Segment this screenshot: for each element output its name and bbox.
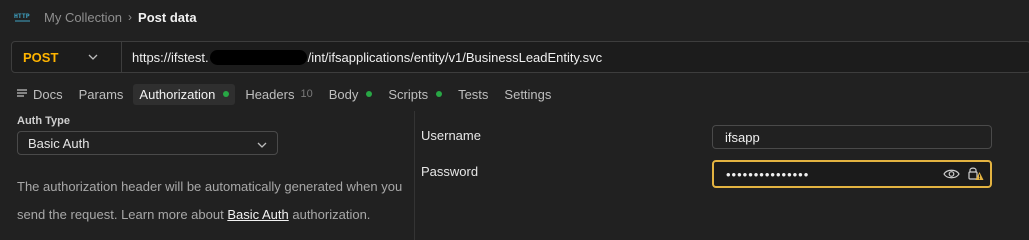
password-field[interactable]: ••••••••••••••• <box>712 160 992 188</box>
tab-tests[interactable]: Tests <box>452 84 494 105</box>
breadcrumb-separator: › <box>128 10 133 24</box>
method-select[interactable]: POST <box>12 42 122 72</box>
headers-count: 10 <box>300 88 313 100</box>
eye-icon[interactable] <box>943 168 960 180</box>
tab-body[interactable]: Body <box>323 84 379 105</box>
tab-params[interactable]: Params <box>73 84 130 105</box>
url-input[interactable]: https://ifstest. /int/ifsapplications/en… <box>122 49 603 65</box>
http-request-icon: HTTP <box>14 8 32 26</box>
auth-description: The authorization header will be automat… <box>17 173 412 229</box>
tab-label: Body <box>328 86 359 102</box>
chevron-down-icon <box>257 136 267 151</box>
tab-label: Headers <box>245 86 295 102</box>
auth-type-label: Auth Type <box>17 115 70 127</box>
tab-label: Docs <box>33 86 63 102</box>
url-end: /int/ifsapplications/entity/v1/BusinessL… <box>307 49 603 65</box>
username-value: ifsapp <box>725 129 760 145</box>
tab-authorization[interactable]: Authorization <box>133 83 236 105</box>
request-editor: HTTP My Collection › Post data POST http… <box>0 0 1029 240</box>
breadcrumb: HTTP My Collection › Post data <box>14 6 197 28</box>
docs-icon <box>17 89 28 99</box>
tab-label: Settings <box>504 86 552 102</box>
auth-type-value: Basic Auth <box>28 135 90 151</box>
tab-scripts[interactable]: Scripts <box>382 84 448 105</box>
chevron-down-icon <box>88 54 98 60</box>
request-title[interactable]: Post data <box>138 10 197 25</box>
username-field[interactable]: ifsapp <box>712 125 992 149</box>
auth-type-select[interactable]: Basic Auth <box>17 131 278 155</box>
username-label: Username <box>421 128 481 143</box>
method-label: POST <box>23 49 59 65</box>
tab-label: Scripts <box>388 86 429 102</box>
password-actions <box>943 166 984 181</box>
tab-headers[interactable]: Headers 10 <box>239 84 318 105</box>
tab-label: Params <box>78 86 124 102</box>
breadcrumb-collection[interactable]: My Collection <box>44 10 122 25</box>
basic-auth-link[interactable]: Basic Auth <box>227 207 288 222</box>
redaction-mark <box>209 49 307 65</box>
svg-text:HTTP: HTTP <box>14 12 30 20</box>
password-value: ••••••••••••••• <box>726 166 810 182</box>
request-tabs: Docs Params Authorization Headers 10 Bod… <box>11 82 561 106</box>
tab-label: Authorization <box>139 86 216 102</box>
status-dot <box>436 91 443 97</box>
password-label: Password <box>421 164 479 179</box>
url-bar: POST https://ifstest. /int/ifsapplicatio… <box>11 41 1029 73</box>
status-dot <box>366 91 373 97</box>
auth-description-tail: authorization. <box>288 207 371 222</box>
tab-docs[interactable]: Docs <box>11 84 69 105</box>
panel-divider <box>414 111 415 240</box>
status-dot <box>223 91 230 97</box>
tab-label: Tests <box>458 86 489 102</box>
tab-settings[interactable]: Settings <box>498 84 557 105</box>
lock-warning-icon[interactable] <box>968 166 984 181</box>
url-start: https://ifstest. <box>132 49 209 65</box>
